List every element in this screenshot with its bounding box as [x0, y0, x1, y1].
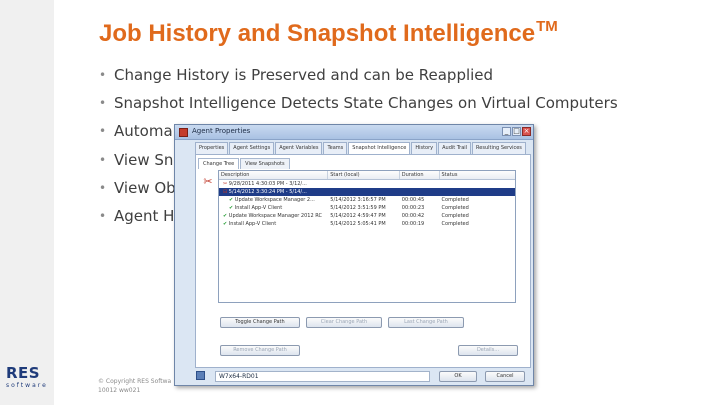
remove-change-path-button[interactable]: Remove Change Path: [220, 345, 300, 356]
row-status: Completed: [441, 197, 469, 203]
dialog-title: Agent Properties: [192, 127, 251, 135]
table-row[interactable]: ✔ Install App-V Client 5/14/2012 3:51:59 …: [219, 204, 515, 212]
subtabs: Change Tree View Snapshots: [198, 158, 291, 169]
app-icon: [179, 128, 188, 137]
row-description: ✔ Install App-V Client: [219, 220, 328, 228]
row-status: Completed: [441, 205, 469, 211]
subtab-view-snapshots[interactable]: View Snapshots: [240, 158, 290, 169]
tab-properties[interactable]: Properties: [195, 142, 229, 154]
change-tree-list[interactable]: Description Start (local) Duration Statu…: [218, 170, 516, 303]
tab-agent-settings[interactable]: Agent Settings: [229, 142, 275, 154]
table-row[interactable]: ✔ Update Workspace Manager 2... 5/14/2012…: [219, 196, 515, 204]
row-status-icon: ✔: [229, 197, 234, 203]
table-row[interactable]: ✔ Install App-V Client 5/14/2012 5:05:41 …: [219, 220, 515, 228]
computer-icon: [196, 371, 205, 380]
copyright-footer: © Copyright RES Softwa 10012 ww021: [98, 377, 171, 395]
toggle-change-path-button[interactable]: Toggle Change Path: [220, 317, 300, 328]
row-duration: 00:00:42: [401, 213, 425, 219]
row-description-text: Install App-V Client: [228, 221, 277, 227]
table-row[interactable]: ✔ Update Workspace Manager 2012 RC 5/14/2…: [219, 212, 515, 220]
brand-logo: RES software: [6, 364, 50, 390]
details-button[interactable]: Details...: [458, 345, 518, 356]
trademark-mark: TM: [536, 18, 558, 35]
agent-name-field: W7x64-RD01: [215, 371, 430, 382]
row-description-text: Install App-V Client: [234, 205, 283, 211]
copyright-line: © Copyright RES Softwa: [98, 378, 172, 385]
left-strip: [0, 0, 54, 405]
row-start: 5/14/2012 4:59:47 PM: [330, 213, 386, 219]
bullet-item: Change History is Preserved and can be R…: [99, 64, 618, 92]
column-status[interactable]: Status: [440, 171, 515, 179]
row-description-text: Update Workspace Manager 2012 RC: [228, 213, 322, 219]
tab-history[interactable]: History: [411, 142, 438, 154]
row-status-icon: ✔: [229, 205, 234, 211]
snapshot-panel: Change Tree View Snapshots ✂ Description…: [195, 154, 531, 368]
slide-title-text: Job History and Snapshot Intelligence: [99, 20, 536, 47]
copyright-code: 10012 ww021: [98, 387, 141, 394]
row-start: 5/14/2012 3:51:59 PM: [330, 205, 386, 211]
tab-audit-trail[interactable]: Audit Trail: [438, 142, 472, 154]
column-start[interactable]: Start (local): [328, 171, 400, 179]
tab-teams[interactable]: Teams: [323, 142, 348, 154]
clear-change-path-button[interactable]: Clear Change Path: [306, 317, 382, 328]
slide-title: Job History and Snapshot IntelligenceTM: [99, 18, 558, 48]
cancel-button[interactable]: Cancel: [485, 371, 525, 382]
maximize-icon[interactable]: □: [512, 127, 521, 136]
row-status-icon: ⊟: [223, 189, 228, 195]
tab-agent-variables[interactable]: Agent Variables: [275, 142, 323, 154]
row-status-icon: ✔: [223, 213, 228, 219]
row-description: ✔ Install App-V Client: [219, 204, 328, 212]
last-change-path-button[interactable]: Last Change Path: [388, 317, 464, 328]
column-duration[interactable]: Duration: [400, 171, 440, 179]
row-start: 5/14/2012 3:16:57 PM: [330, 197, 386, 203]
row-description-text: Update Workspace Manager 2...: [234, 197, 315, 203]
bullet-item: Snapshot Intelligence Detects State Chan…: [99, 92, 618, 120]
minimize-icon[interactable]: _: [502, 127, 511, 136]
subtab-change-tree[interactable]: Change Tree: [198, 158, 240, 169]
list-header: Description Start (local) Duration Statu…: [219, 171, 515, 180]
row-description: ✔ Update Workspace Manager 2012 RC: [219, 212, 328, 220]
row-duration: 00:00:23: [401, 205, 425, 211]
row-status: Completed: [441, 213, 469, 219]
row-description: ⊟ 5/14/2012 3:30:24 PM - 5/14/...: [219, 188, 328, 196]
table-row[interactable]: ✂ 9/28/2011 4:30:03 PM - 3/12/...: [219, 180, 515, 188]
list-rows: ✂ 9/28/2011 4:30:03 PM - 3/12/... ⊟ 5/14/…: [219, 180, 515, 228]
ok-button[interactable]: OK: [439, 371, 477, 382]
table-row[interactable]: ⊟ 5/14/2012 3:30:24 PM - 5/14/...: [219, 188, 515, 196]
row-description-text: 5/14/2012 3:30:24 PM - 5/14/...: [228, 189, 307, 195]
row-description: ✔ Update Workspace Manager 2...: [219, 196, 328, 204]
close-icon[interactable]: ×: [522, 127, 531, 136]
scissors-icon[interactable]: ✂: [201, 175, 215, 189]
dialog-tabs: Properties Agent Settings Agent Variable…: [195, 142, 527, 155]
row-status: Completed: [441, 221, 469, 227]
row-description: ✂ 9/28/2011 4:30:03 PM - 3/12/...: [219, 180, 328, 188]
column-description[interactable]: Description: [219, 171, 329, 179]
row-status-icon: ✔: [223, 221, 228, 227]
agent-properties-dialog: Agent Properties _ □ × Properties Agent …: [174, 124, 534, 386]
dialog-titlebar[interactable]: Agent Properties _ □ ×: [175, 125, 533, 140]
tab-resulting-services[interactable]: Resulting Services: [472, 142, 526, 154]
row-description-text: 9/28/2011 4:30:03 PM - 3/12/...: [228, 181, 307, 187]
brand-logo-mark: RES: [6, 364, 41, 382]
row-duration: 00:00:19: [401, 221, 425, 227]
brand-logo-sub: software: [6, 382, 48, 389]
row-duration: 00:00:45: [401, 197, 425, 203]
row-start: 5/14/2012 5:05:41 PM: [330, 221, 386, 227]
row-status-icon: ✂: [223, 181, 228, 187]
